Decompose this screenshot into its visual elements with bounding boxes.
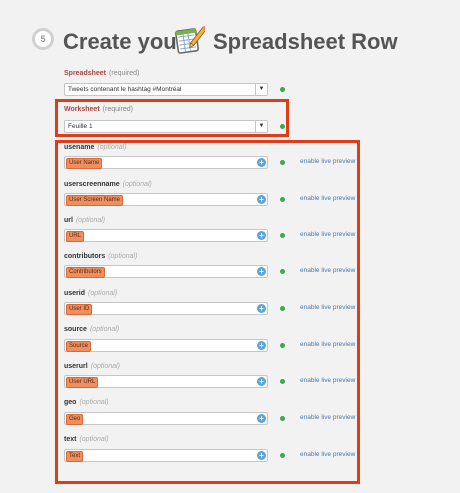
- field-token[interactable]: Geo: [66, 414, 84, 425]
- enable-live-preview-link[interactable]: enable live preview: [300, 341, 355, 348]
- field-input-userid[interactable]: User ID +: [64, 302, 268, 315]
- insert-field-plus-icon[interactable]: +: [257, 377, 266, 386]
- status-dot: [280, 416, 285, 421]
- worksheet-label: Worksheet (required): [64, 106, 134, 113]
- field-token[interactable]: Source: [66, 341, 92, 352]
- insert-field-plus-icon[interactable]: +: [257, 451, 266, 460]
- status-dot: [280, 124, 285, 129]
- field-token[interactable]: User Name: [66, 158, 103, 169]
- chevron-down-icon[interactable]: ▼: [255, 121, 267, 132]
- spreadsheet-select-value: Tweets contenant le hashtag #Montréal: [68, 86, 182, 93]
- field-label-userscreenname: userscreenname (optional): [64, 181, 152, 188]
- status-dot: [280, 269, 285, 274]
- field-input-source[interactable]: Source +: [64, 339, 268, 352]
- enable-live-preview-link[interactable]: enable live preview: [300, 414, 355, 421]
- spreadsheet-label: Spreadsheet (required): [64, 70, 140, 77]
- enable-live-preview-link[interactable]: enable live preview: [300, 377, 355, 384]
- field-input-geo[interactable]: Geo +: [64, 412, 268, 425]
- enable-live-preview-link[interactable]: enable live preview: [300, 231, 355, 238]
- field-label-geo: geo (optional): [64, 399, 109, 406]
- enable-live-preview-link[interactable]: enable live preview: [300, 267, 355, 274]
- spreadsheet-icon: [175, 25, 205, 54]
- step-number-badge: 5: [32, 28, 54, 50]
- spreadsheet-select[interactable]: Tweets contenant le hashtag #Montréal ▼: [64, 83, 268, 96]
- field-label-usename: usename (optional): [64, 144, 127, 151]
- worksheet-select[interactable]: Feuille 1 ▼: [64, 120, 268, 133]
- page-title-prefix: Create your: [63, 29, 186, 54]
- insert-field-plus-icon[interactable]: +: [257, 231, 266, 240]
- chevron-down-icon[interactable]: ▼: [255, 84, 267, 95]
- field-input-userurl[interactable]: User URL +: [64, 375, 268, 388]
- status-dot: [280, 233, 285, 238]
- field-label-userid: userid (optional): [64, 290, 118, 297]
- field-label-text: text (optional): [64, 436, 109, 443]
- field-label-url: url (optional): [64, 217, 106, 224]
- page-title-suffix: Spreadsheet Row: [213, 29, 398, 54]
- enable-live-preview-link[interactable]: enable live preview: [300, 158, 355, 165]
- insert-field-plus-icon[interactable]: +: [257, 158, 266, 167]
- status-dot: [280, 379, 285, 384]
- field-token[interactable]: Text: [66, 451, 84, 462]
- insert-field-plus-icon[interactable]: +: [257, 304, 266, 313]
- insert-field-plus-icon[interactable]: +: [257, 195, 266, 204]
- field-input-usename[interactable]: User Name +: [64, 156, 268, 169]
- insert-field-plus-icon[interactable]: +: [257, 341, 266, 350]
- field-token[interactable]: Contributors: [66, 267, 105, 278]
- insert-field-plus-icon[interactable]: +: [257, 267, 266, 276]
- field-token[interactable]: User Screen Name: [66, 195, 124, 206]
- field-input-text[interactable]: Text +: [64, 449, 268, 462]
- field-input-url[interactable]: URL +: [64, 229, 268, 242]
- field-token[interactable]: URL: [66, 231, 85, 242]
- field-label-userurl: userurl (optional): [64, 363, 120, 370]
- status-dot: [280, 197, 285, 202]
- enable-live-preview-link[interactable]: enable live preview: [300, 304, 355, 311]
- status-dot: [280, 343, 285, 348]
- field-token[interactable]: User URL: [66, 377, 99, 388]
- field-input-contributors[interactable]: Contributors +: [64, 265, 268, 278]
- status-dot: [280, 453, 285, 458]
- field-label-source: source (optional): [64, 326, 120, 333]
- enable-live-preview-link[interactable]: enable live preview: [300, 451, 355, 458]
- enable-live-preview-link[interactable]: enable live preview: [300, 195, 355, 202]
- field-input-userscreenname[interactable]: User Screen Name +: [64, 193, 268, 206]
- status-dot: [280, 160, 285, 165]
- status-dot: [280, 306, 285, 311]
- field-label-contributors: contributors (optional): [64, 253, 138, 260]
- field-token[interactable]: User ID: [66, 304, 93, 315]
- insert-field-plus-icon[interactable]: +: [257, 414, 266, 423]
- worksheet-select-value: Feuille 1: [68, 123, 93, 130]
- status-dot: [280, 87, 285, 92]
